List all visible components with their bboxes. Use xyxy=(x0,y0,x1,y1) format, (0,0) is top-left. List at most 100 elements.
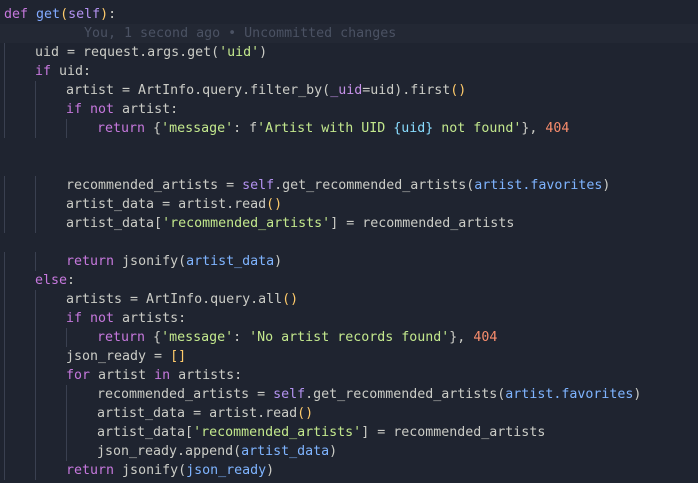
code-token: jsonify( xyxy=(114,463,187,478)
code-line[interactable]: for artist in artists: xyxy=(0,366,698,385)
code-line[interactable]: if uid: xyxy=(0,62,698,81)
code-text: artist_data['recommended_artists'] = rec… xyxy=(66,214,514,233)
code-line[interactable]: def get(self): xyxy=(0,5,698,24)
code-text: artist = ArtInfo.query.filter_by(_uid=ui… xyxy=(66,81,466,100)
code-token: if not xyxy=(66,102,115,117)
code-text: artist_data = artist.read() xyxy=(97,404,313,423)
indent-guide xyxy=(35,366,36,385)
indent-guide xyxy=(4,328,5,347)
indent-guide xyxy=(4,461,5,480)
code-line[interactable]: artist_data['recommended_artists'] = rec… xyxy=(0,214,698,233)
indent-guide xyxy=(4,100,5,119)
code-token: return xyxy=(66,463,115,478)
code-text: return {'message': f'Artist with UID {ui… xyxy=(97,119,569,138)
code-text: json_ready.append(artist_data) xyxy=(97,442,337,461)
code-token: return xyxy=(97,121,146,136)
code-token: artist_data = artist.read xyxy=(66,197,267,212)
indent-guide xyxy=(4,176,5,195)
code-token: 'Artist with UID xyxy=(257,121,394,136)
code-token: 404 xyxy=(473,330,498,345)
code-token: }, xyxy=(521,121,546,136)
indent-guide xyxy=(4,195,5,214)
indent-guide xyxy=(35,461,36,480)
code-line[interactable] xyxy=(0,138,698,157)
code-token: return xyxy=(66,254,115,269)
indent-guide xyxy=(66,385,67,404)
code-text: return jsonify(json_ready) xyxy=(66,461,274,480)
code-token: 'message' xyxy=(161,121,234,136)
code-line[interactable]: artists = ArtInfo.query.all() xyxy=(0,290,698,309)
code-line[interactable]: if not artists: xyxy=(0,309,698,328)
indent-guide xyxy=(35,100,36,119)
code-token: jsonify( xyxy=(114,254,187,269)
code-token: return xyxy=(97,330,146,345)
code-line[interactable]: uid = request.args.get('uid') xyxy=(0,43,698,62)
code-line[interactable]: artist_data = artist.read() xyxy=(0,195,698,214)
code-text: def get(self): xyxy=(4,5,116,24)
code-line[interactable]: if not artist: xyxy=(0,100,698,119)
code-text: artist_data = artist.read() xyxy=(66,195,282,214)
code-token: for xyxy=(66,368,91,383)
code-line[interactable]: recommended_artists = self.get_recommend… xyxy=(0,176,698,195)
code-line[interactable]: json_ready.append(artist_data) xyxy=(0,442,698,461)
code-token: () xyxy=(266,197,283,212)
indent-guide xyxy=(35,252,36,271)
code-token: ) xyxy=(100,7,109,22)
indent-guide xyxy=(4,214,5,233)
indent-guide xyxy=(35,81,36,100)
code-text: for artist in artists: xyxy=(66,366,242,385)
code-token: _uid xyxy=(330,83,363,98)
code-token: [] xyxy=(170,349,187,364)
code-token: { xyxy=(145,330,162,345)
code-text: uid = request.args.get('uid') xyxy=(35,43,267,62)
code-token: in xyxy=(154,368,171,383)
code-line[interactable] xyxy=(0,157,698,176)
code-text: json_ready = [] xyxy=(66,347,186,366)
indent-guide xyxy=(4,271,5,290)
code-line[interactable]: return {'message': f'Artist with UID {ui… xyxy=(0,119,698,138)
code-token: }, xyxy=(449,330,474,345)
code-text: artist_data['recommended_artists'] = rec… xyxy=(97,423,545,442)
code-line[interactable]: else: xyxy=(0,271,698,290)
code-token: () xyxy=(282,292,299,307)
indent-guide xyxy=(4,404,5,423)
code-token: =uid).first xyxy=(362,83,451,98)
code-token: ) xyxy=(259,45,268,60)
code-token: ( xyxy=(60,7,69,22)
code-line[interactable]: return jsonify(json_ready) xyxy=(0,461,698,480)
code-token: : xyxy=(67,273,76,288)
indent-guide xyxy=(35,290,36,309)
indent-guide xyxy=(35,195,36,214)
code-token: ) xyxy=(602,178,611,193)
indent-guide xyxy=(35,214,36,233)
code-token: if not xyxy=(66,311,115,326)
code-text: return {'message': 'No artist records fo… xyxy=(97,328,497,347)
indent-guide xyxy=(4,62,5,81)
indent-guide xyxy=(35,119,36,138)
code-token: ) xyxy=(274,254,283,269)
code-text: else: xyxy=(35,271,75,290)
code-token: artist_data xyxy=(241,444,330,459)
indent-guide xyxy=(4,43,5,62)
code-line[interactable]: artist_data = artist.read() xyxy=(0,404,698,423)
indent-guide xyxy=(4,347,5,366)
code-editor[interactable]: def get(self): You, 1 second ago • Uncomm… xyxy=(0,0,698,483)
code-token: : xyxy=(108,7,117,22)
code-line[interactable]: artist = ArtInfo.query.filter_by(_uid=ui… xyxy=(0,81,698,100)
code-line[interactable] xyxy=(0,233,698,252)
code-line[interactable]: json_ready = [] xyxy=(0,347,698,366)
code-token: artist_data[ xyxy=(66,216,163,231)
indent-guide xyxy=(35,328,36,347)
code-line[interactable]: You, 1 second ago • Uncommitted changes xyxy=(0,24,698,43)
code-token: self xyxy=(68,7,101,22)
code-token: json_ready.append( xyxy=(97,444,242,459)
code-line[interactable]: return {'message': 'No artist records fo… xyxy=(0,328,698,347)
code-line[interactable]: artist_data['recommended_artists'] = rec… xyxy=(0,423,698,442)
code-line[interactable]: return jsonify(artist_data) xyxy=(0,252,698,271)
indent-guide xyxy=(35,176,36,195)
code-token: else xyxy=(35,273,68,288)
code-token: 404 xyxy=(545,121,570,136)
code-line[interactable]: recommended_artists = self.get_recommend… xyxy=(0,385,698,404)
code-token: .get_recommended_artists( xyxy=(274,178,475,193)
indent-guide xyxy=(66,423,67,442)
